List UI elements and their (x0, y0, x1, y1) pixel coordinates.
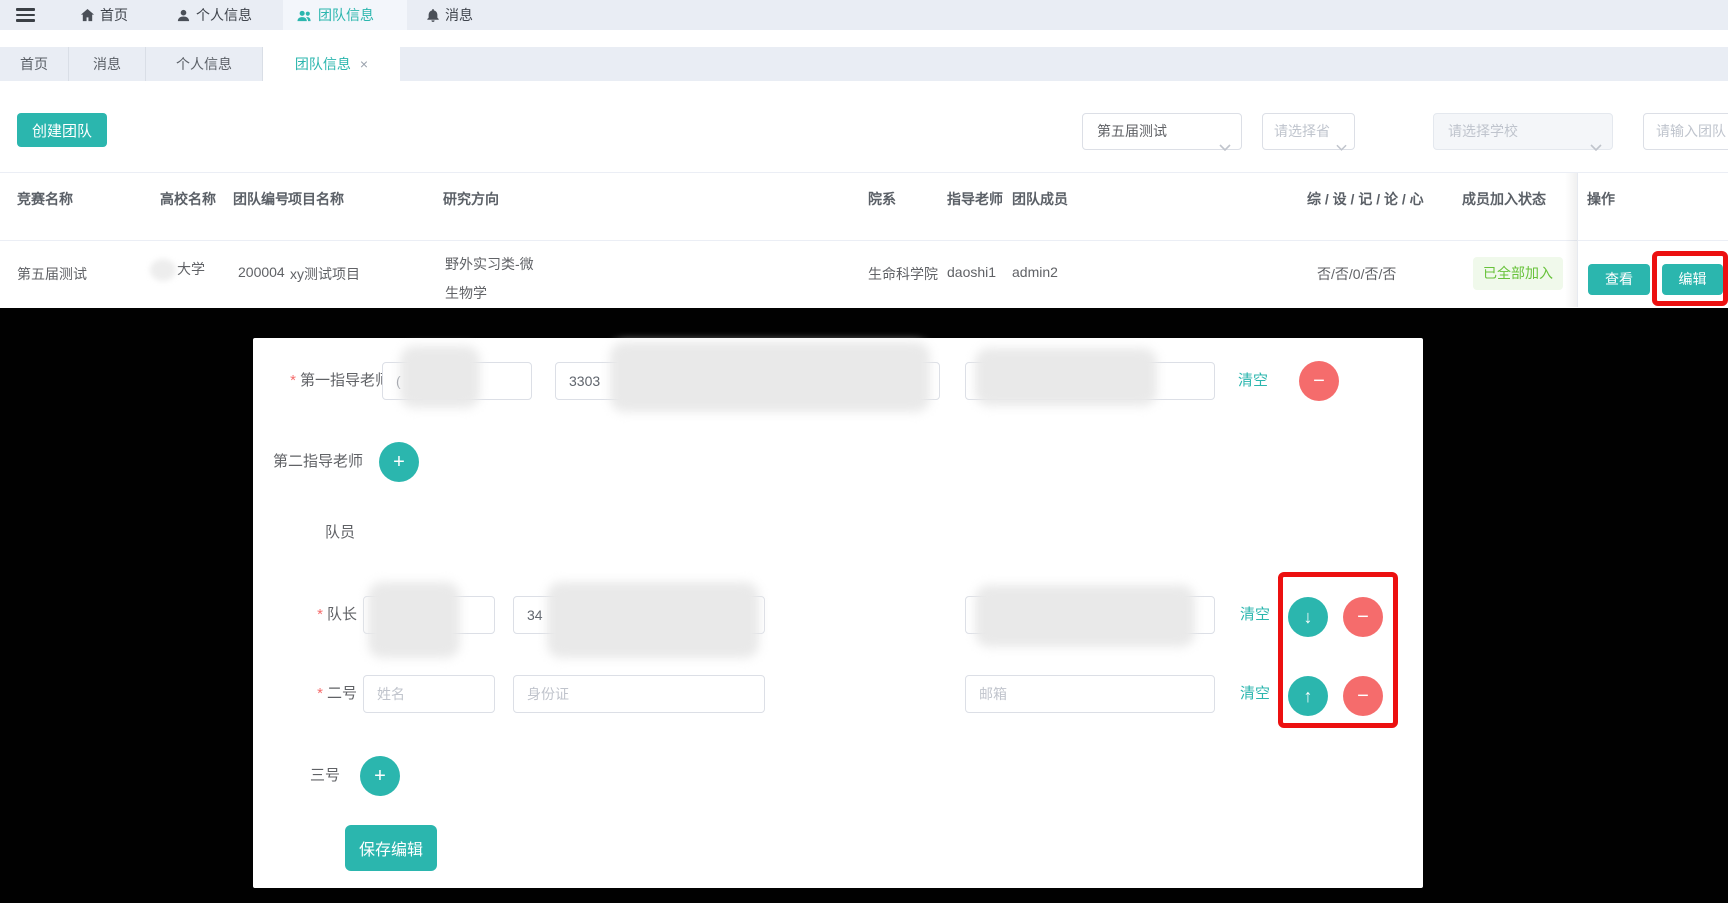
captain-label: *队长 (287, 605, 357, 625)
arrow-up-icon: ↑ (1304, 687, 1313, 705)
col-header: 成员加入状态 (1462, 189, 1546, 209)
edit-button[interactable]: 编辑 (1662, 264, 1723, 295)
header-separator (0, 240, 1728, 241)
nav-item-profile[interactable]: 个人信息 (176, 0, 252, 30)
cell-team-no: 200004 (238, 264, 285, 280)
col-header: 操作 (1587, 189, 1615, 209)
col-header: 院系 (868, 189, 896, 209)
col-header: 团队成员 (1012, 189, 1068, 209)
menu-icon[interactable] (16, 8, 35, 22)
bell-icon (426, 8, 440, 23)
page: 首页 个人信息 团队信息 消息 首页 消息 个人信息 团队信息× 创建团队 第五… (0, 0, 1728, 903)
redaction-blob (975, 348, 1157, 406)
member3-label: 三号 (310, 766, 340, 786)
minus-icon: − (1357, 686, 1369, 706)
edit-team-modal: *第一指导老师 ( 3303 清空 − 第二指导老师 + 队员 *队长 34 清… (253, 338, 1423, 888)
col-header: 研究方向 (443, 189, 499, 209)
nav-item-label: 个人信息 (196, 0, 252, 30)
redaction-blob (368, 582, 460, 658)
tab-profile[interactable]: 个人信息 (146, 47, 263, 81)
nav-item-home[interactable]: 首页 (80, 0, 128, 30)
cell-project: xy测试项目 (290, 264, 360, 284)
nav-item-label: 团队信息 (318, 0, 374, 30)
move-member2-up-button[interactable]: ↑ (1288, 676, 1328, 716)
tab-home[interactable]: 首页 (0, 47, 69, 81)
view-button[interactable]: 查看 (1588, 264, 1650, 295)
col-header: 高校名称 (160, 189, 216, 209)
users-icon (296, 8, 313, 23)
nav-item-label: 首页 (100, 0, 128, 30)
redaction-blob (150, 259, 176, 281)
member2-id-input[interactable]: 身份证 (513, 675, 765, 713)
remove-teacher1-button[interactable]: − (1299, 361, 1339, 401)
cell-advisor: daoshi1 (947, 264, 996, 280)
tab-bar: 首页 消息 个人信息 团队信息× (0, 47, 1728, 81)
tab-team[interactable]: 团队信息× (263, 47, 400, 81)
nav-item-messages[interactable]: 消息 (426, 0, 473, 30)
tab-messages[interactable]: 消息 (69, 47, 146, 81)
remove-member2-button[interactable]: − (1343, 676, 1383, 716)
remove-captain-button[interactable]: − (1343, 597, 1383, 637)
clear-captain-link[interactable]: 清空 (1240, 605, 1270, 625)
chevron-down-icon (1219, 129, 1231, 164)
col-header: 指导老师 (947, 189, 1003, 209)
add-teacher2-button[interactable]: + (379, 442, 419, 482)
redaction-blob (547, 582, 759, 658)
member2-name-input[interactable]: 姓名 (363, 675, 495, 713)
col-header: 团队编号 (233, 189, 289, 209)
teacher2-label: 第二指导老师 (273, 452, 363, 472)
plus-icon: + (393, 452, 405, 472)
cell-university: 大学 (150, 259, 205, 281)
clear-teacher1-link[interactable]: 清空 (1238, 371, 1268, 391)
member2-email-input[interactable]: 邮箱 (965, 675, 1215, 713)
add-member3-button[interactable]: + (360, 756, 400, 796)
cell-research: 野外实习类-微 生物学 (445, 250, 534, 308)
col-header: 项目名称 (288, 189, 344, 209)
col-header: 竞赛名称 (17, 189, 73, 209)
minus-icon: − (1357, 607, 1369, 627)
top-navbar: 首页 个人信息 团队信息 消息 (0, 0, 1728, 30)
cell-flags: 否/否/0/否/否 (1317, 264, 1396, 284)
clear-member2-link[interactable]: 清空 (1240, 684, 1270, 704)
squad-label: 队员 (325, 523, 355, 543)
nav-item-label: 消息 (445, 0, 473, 30)
teacher1-label: *第一指导老师 (265, 371, 390, 391)
competition-select[interactable]: 第五届测试 (1082, 113, 1242, 150)
cell-competition: 第五届测试 (17, 264, 87, 284)
redaction-blob (610, 342, 930, 412)
cell-department: 生命科学院 (868, 264, 938, 284)
member2-label: *二号 (287, 684, 357, 704)
team-search-input[interactable]: 请输入团队 (1643, 113, 1728, 150)
user-icon (176, 8, 191, 23)
plus-icon: + (374, 766, 386, 786)
save-edit-button[interactable]: 保存编辑 (345, 825, 437, 871)
cell-members: admin2 (1012, 264, 1058, 280)
redaction-blob (975, 585, 1195, 647)
redaction-blob (400, 346, 480, 408)
province-select[interactable]: 请选择省 (1262, 113, 1355, 150)
move-captain-down-button[interactable]: ↓ (1288, 597, 1328, 637)
join-status-badge: 已全部加入 (1473, 257, 1563, 290)
arrow-down-icon: ↓ (1304, 608, 1313, 626)
home-icon (80, 8, 95, 23)
minus-icon: − (1313, 371, 1325, 391)
school-select[interactable]: 请选择学校 (1433, 113, 1613, 150)
chevron-down-icon (1336, 129, 1347, 164)
chevron-down-icon (1590, 129, 1602, 164)
nav-item-team[interactable]: 团队信息 (296, 0, 374, 30)
fixed-column-shadow (1565, 173, 1577, 307)
col-header: 综 / 设 / 记 / 论 / 心 (1307, 189, 1424, 209)
close-icon[interactable]: × (360, 56, 368, 72)
table-top-border (0, 172, 1728, 173)
create-team-button[interactable]: 创建团队 (17, 113, 107, 147)
action-column-divider (1577, 173, 1578, 307)
